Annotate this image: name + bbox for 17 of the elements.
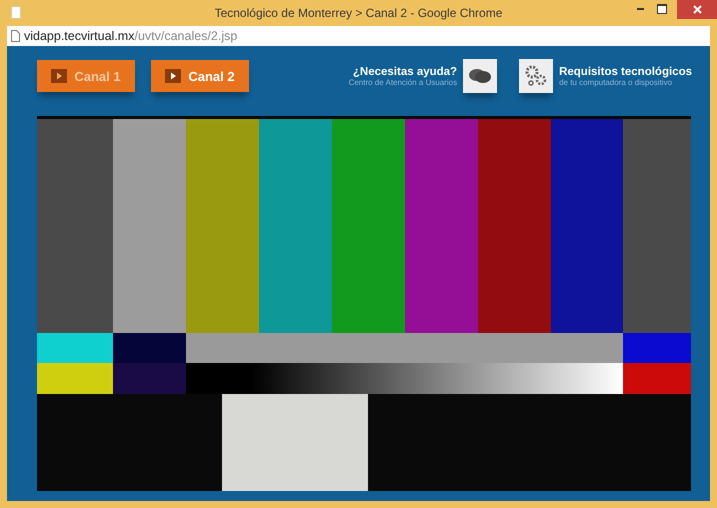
close-button[interactable]	[677, 0, 717, 19]
help-subtitle: Centro de Atención a Usuarios	[348, 78, 458, 86]
play-icon	[165, 69, 182, 83]
play-icon	[51, 69, 68, 83]
requirements-title: Requisitos tecnológicos	[559, 66, 692, 78]
help-title: ¿Necesitas ayuda?	[352, 66, 458, 78]
page-icon	[11, 30, 20, 42]
close-icon	[692, 5, 702, 14]
url-host: vidapp.tecvirtual.mx	[24, 29, 134, 43]
gears-icon[interactable]	[519, 59, 554, 93]
requirements-subtitle: de tu computadora o dispositivo	[559, 78, 674, 86]
window-title: Tecnológico de Monterrey > Canal 2 - Google Chrome	[214, 6, 502, 20]
url-path: /uvtv/canales/2.jsp	[134, 29, 238, 43]
page-icon	[11, 6, 21, 19]
chat-bubbles-icon[interactable]	[463, 59, 498, 93]
channel-button[interactable]: Canal 1	[37, 60, 135, 92]
channel-button[interactable]: Canal 2	[151, 60, 249, 92]
